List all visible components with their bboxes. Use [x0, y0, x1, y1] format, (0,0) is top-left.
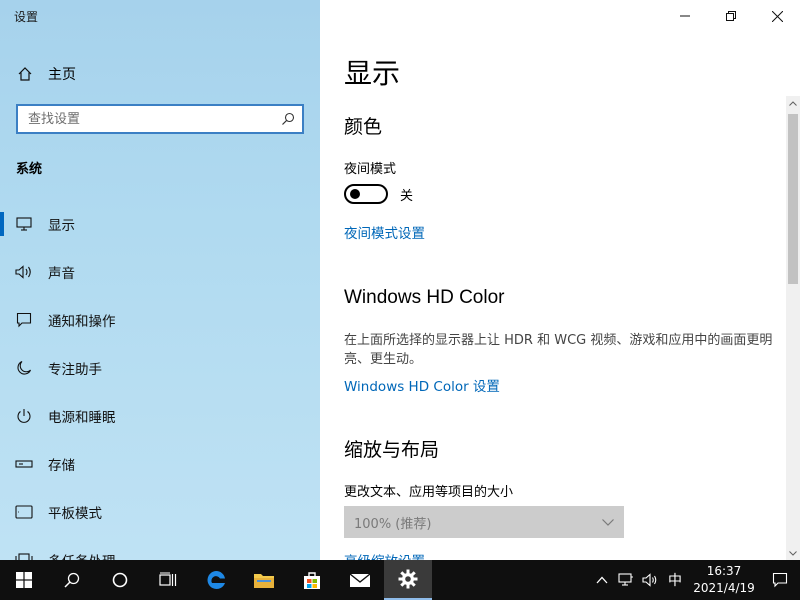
moon-icon [0, 360, 48, 376]
clock-date: 2021/4/19 [693, 581, 755, 595]
search-icon [64, 572, 80, 588]
hd-color-settings-link[interactable]: Windows HD Color 设置 [344, 375, 500, 395]
edge-button[interactable] [192, 560, 240, 600]
home-icon [0, 66, 48, 82]
scroll-up-button[interactable] [786, 96, 800, 110]
notification-icon [0, 312, 48, 328]
store-button[interactable] [288, 560, 336, 600]
minimize-icon [680, 15, 690, 17]
task-view-icon [159, 572, 177, 586]
app-title: 设置 [14, 10, 39, 24]
tablet-icon [0, 505, 48, 519]
monitor-icon [0, 217, 48, 231]
scale-dropdown[interactable]: 100% (推荐) [344, 506, 624, 538]
speaker-icon [0, 265, 48, 279]
chevron-up-icon [789, 100, 797, 106]
sidebar-item-label: 专注助手 [48, 362, 102, 378]
color-heading: 颜色 [344, 116, 383, 138]
home-label: 主页 [48, 67, 76, 83]
sidebar-item-storage[interactable]: 存储 [0, 440, 320, 488]
notification-icon [772, 572, 788, 588]
advanced-scaling-link[interactable]: 高级缩放设置 [344, 550, 425, 560]
sidebar-item-multitasking[interactable]: 多任务处理 [0, 536, 320, 560]
settings-sidebar: 设置 主页 系统 显示 声音 通知和操作 [0, 0, 320, 560]
cortana-button[interactable] [96, 560, 144, 600]
page-title: 显示 [344, 57, 401, 90]
power-icon [0, 408, 48, 424]
night-mode-settings-link[interactable]: 夜间模式设置 [344, 222, 425, 242]
network-button[interactable] [614, 560, 638, 600]
sidebar-nav: 显示 声音 通知和操作 专注助手 电源和睡眠 存储 平板模式 [0, 200, 320, 560]
file-explorer-button[interactable] [240, 560, 288, 600]
gear-icon [398, 569, 418, 589]
close-button[interactable] [754, 0, 800, 32]
task-view-button[interactable] [144, 560, 192, 600]
sidebar-item-label: 声音 [48, 266, 75, 282]
action-center-button[interactable] [760, 560, 800, 600]
tray-expand-button[interactable] [590, 560, 614, 600]
network-icon [618, 573, 633, 586]
taskbar: 中 16:37 2021/4/19 [0, 560, 800, 600]
mail-button[interactable] [336, 560, 384, 600]
sidebar-item-label: 平板模式 [48, 506, 102, 522]
speaker-icon [642, 573, 657, 587]
minimize-button[interactable] [662, 0, 708, 32]
scale-label: 更改文本、应用等项目的大小 [344, 485, 514, 500]
sidebar-item-display[interactable]: 显示 [0, 200, 320, 248]
sidebar-item-label: 显示 [48, 218, 75, 234]
volume-button[interactable] [638, 560, 662, 600]
scrollbar[interactable] [786, 96, 800, 560]
search-box[interactable] [16, 104, 304, 134]
taskbar-search-button[interactable] [48, 560, 96, 600]
scale-heading: 缩放与布局 [344, 439, 440, 461]
edge-icon [207, 570, 225, 589]
system-tray: 中 16:37 2021/4/19 [590, 560, 800, 600]
hd-color-description: 在上面所选择的显示器上让 HDR 和 WCG 视频、游戏和应用中的画面更明亮、更… [344, 333, 773, 367]
sidebar-item-notifications[interactable]: 通知和操作 [0, 296, 320, 344]
sidebar-home[interactable]: 主页 [0, 60, 320, 88]
hd-color-heading: Windows HD Color [344, 287, 505, 308]
restore-icon [726, 11, 736, 21]
restore-button[interactable] [708, 0, 754, 32]
close-icon [771, 10, 783, 22]
sidebar-item-label: 存储 [48, 458, 75, 474]
sidebar-item-sound[interactable]: 声音 [0, 248, 320, 296]
night-mode-label: 夜间模式 [344, 162, 397, 177]
search-icon[interactable] [274, 112, 302, 126]
ime-indicator[interactable]: 中 [662, 570, 688, 590]
sidebar-item-focus-assist[interactable]: 专注助手 [0, 344, 320, 392]
night-mode-toggle[interactable] [344, 184, 388, 204]
scale-value: 100% (推荐) [354, 516, 432, 532]
sidebar-item-label: 电源和睡眠 [48, 410, 116, 426]
clock[interactable]: 16:37 2021/4/19 [688, 563, 760, 597]
multitask-icon [0, 553, 48, 560]
sidebar-item-label: 多任务处理 [48, 550, 116, 560]
sidebar-item-tablet[interactable]: 平板模式 [0, 488, 320, 536]
clock-time: 16:37 [706, 564, 742, 578]
window-controls [662, 0, 800, 32]
night-mode-state: 关 [400, 188, 414, 204]
chevron-down-icon [602, 518, 614, 526]
mail-icon [349, 573, 371, 587]
content-pane: 显示 颜色 夜间模式 关 夜间模式设置 Windows HD Color 在上面… [320, 0, 800, 560]
store-icon [304, 572, 320, 589]
search-input[interactable] [18, 106, 274, 132]
scroll-down-button[interactable] [786, 546, 800, 560]
storage-icon [0, 459, 48, 469]
windows-logo-icon [16, 572, 32, 588]
chevron-down-icon [789, 550, 797, 556]
section-title: 系统 [16, 162, 43, 177]
chevron-up-icon [596, 576, 608, 584]
cortana-icon [112, 572, 128, 588]
settings-taskbar-button[interactable] [384, 560, 432, 600]
start-button[interactable] [0, 560, 48, 600]
scroll-thumb[interactable] [788, 114, 798, 284]
night-mode-toggle-row: 关 [344, 184, 413, 204]
folder-icon [254, 574, 274, 588]
sidebar-item-label: 通知和操作 [48, 314, 116, 330]
sidebar-item-power[interactable]: 电源和睡眠 [0, 392, 320, 440]
